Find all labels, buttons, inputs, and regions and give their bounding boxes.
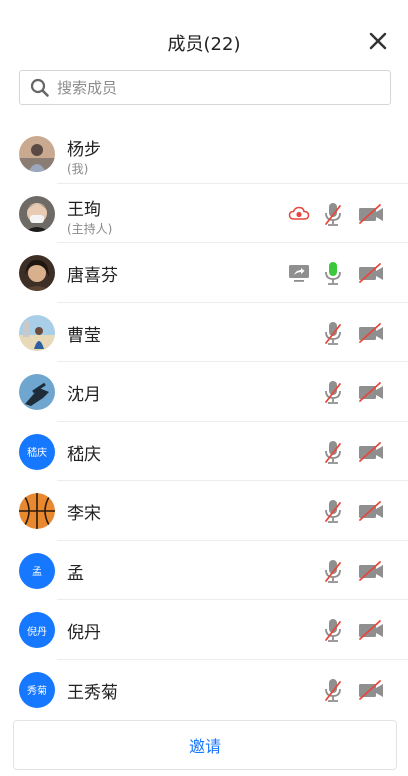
search-input[interactable]	[55, 77, 379, 98]
member-row[interactable]: 曹莹	[0, 303, 408, 362]
close-icon	[369, 32, 387, 50]
member-row[interactable]: 唐喜芬	[0, 243, 408, 303]
member-controls	[320, 676, 386, 704]
member-row[interactable]: 倪丹 倪丹	[0, 600, 408, 660]
cloud-recording-icon[interactable]	[286, 206, 312, 222]
mic-muted-icon[interactable]	[320, 498, 346, 524]
member-role: (主持人)	[67, 221, 113, 236]
avatar	[19, 374, 55, 410]
camera-off-icon[interactable]	[356, 322, 386, 343]
mic-muted-icon[interactable]	[320, 320, 346, 346]
member-role: (我)	[67, 162, 89, 176]
page-title: 成员(22)	[167, 34, 241, 55]
avatar: 秀菊	[19, 671, 55, 708]
mic-muted-icon[interactable]	[320, 617, 346, 643]
member-controls	[320, 378, 386, 406]
member-name: 王珣	[67, 199, 101, 220]
member-list: 杨步 (我) 王珣 (主持人) 唐喜芬 曹莹 沈月 嵇庆 嵇庆 李宋 孟 孟 倪…	[0, 124, 408, 716]
panel-header: 成员(22)	[0, 0, 408, 80]
member-row[interactable]: 嵇庆 嵇庆	[0, 422, 408, 481]
member-row[interactable]: 王珣 (主持人)	[0, 184, 408, 243]
member-name: 唐喜芬	[67, 266, 118, 286]
member-name: 孟	[67, 563, 84, 584]
member-name: 杨步	[67, 140, 101, 160]
camera-off-icon[interactable]	[356, 382, 386, 402]
mic-muted-icon[interactable]	[320, 439, 346, 465]
member-row[interactable]: 杨步 (我)	[0, 124, 408, 184]
member-controls	[320, 438, 386, 466]
camera-off-icon[interactable]	[356, 501, 386, 521]
close-button[interactable]	[364, 27, 392, 55]
camera-off-icon[interactable]	[356, 263, 386, 283]
member-panel: 成员(22) 杨步	[0, 0, 408, 776]
member-controls	[320, 557, 386, 585]
invite-button[interactable]: 邀请	[13, 720, 397, 770]
avatar: 倪丹	[19, 612, 55, 648]
avatar	[19, 136, 55, 172]
member-row[interactable]: 孟 孟	[0, 541, 408, 600]
mic-muted-icon[interactable]	[320, 558, 346, 584]
member-controls	[286, 200, 386, 228]
avatar	[19, 195, 55, 232]
avatar: 孟	[19, 552, 55, 589]
member-name: 嵇庆	[67, 444, 101, 465]
member-controls	[286, 259, 386, 287]
avatar	[19, 493, 55, 529]
mic-active-icon[interactable]	[320, 260, 346, 286]
member-row[interactable]: 沈月	[0, 362, 408, 422]
footer: 邀请	[0, 716, 408, 776]
member-controls	[320, 616, 386, 644]
avatar	[19, 314, 55, 351]
member-row[interactable]: 李宋	[0, 481, 408, 541]
member-row[interactable]: 秀菊 王秀菊	[0, 660, 408, 717]
member-name: 李宋	[67, 504, 101, 524]
mic-muted-icon[interactable]	[320, 677, 346, 703]
mic-muted-icon[interactable]	[320, 201, 346, 227]
screen-share-icon[interactable]	[286, 263, 312, 283]
member-name: 沈月	[67, 385, 101, 405]
search-box[interactable]	[19, 70, 391, 105]
camera-off-icon[interactable]	[356, 620, 386, 640]
member-name: 曹莹	[67, 325, 101, 346]
member-controls	[320, 319, 386, 347]
camera-off-icon[interactable]	[356, 441, 386, 462]
member-name: 王秀菊	[67, 682, 118, 703]
avatar: 嵇庆	[19, 433, 55, 470]
camera-off-icon[interactable]	[356, 203, 386, 224]
camera-off-icon[interactable]	[356, 560, 386, 581]
mic-muted-icon[interactable]	[320, 379, 346, 405]
avatar	[19, 255, 55, 291]
search-icon	[29, 77, 51, 99]
member-controls	[320, 497, 386, 525]
member-name: 倪丹	[67, 623, 101, 643]
camera-off-icon[interactable]	[356, 679, 386, 700]
